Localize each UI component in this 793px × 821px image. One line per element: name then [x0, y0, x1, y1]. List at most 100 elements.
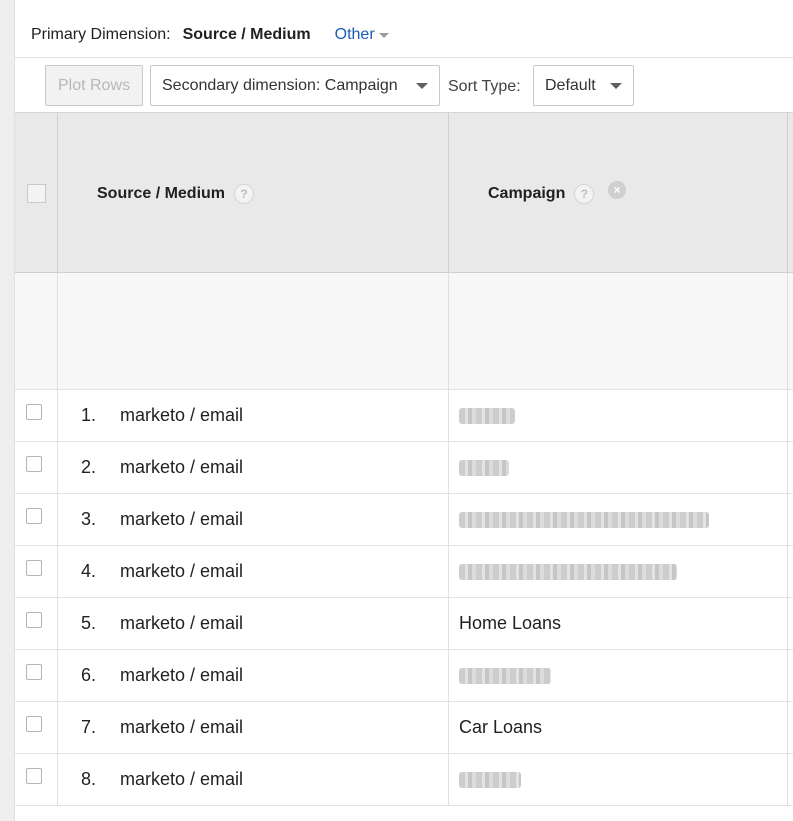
source-medium-cell[interactable]: marketo / email: [120, 613, 243, 634]
column-divider: [57, 273, 58, 390]
column-header-label: Campaign: [488, 185, 566, 202]
column-divider: [787, 494, 788, 546]
column-divider: [448, 390, 449, 442]
column-divider: [448, 546, 449, 598]
column-divider: [787, 702, 788, 754]
table-header: Source / Medium ? Campaign ? ×: [15, 112, 793, 273]
column-divider: [57, 390, 58, 442]
column-divider: [787, 546, 788, 598]
row-index: 3.: [81, 509, 97, 529]
column-divider: [787, 754, 788, 806]
table-body: 1. marketo / email 2. marketo / email 3. mark…: [15, 390, 793, 806]
row-checkbox[interactable]: [26, 768, 42, 784]
campaign-cell[interactable]: [459, 509, 709, 533]
table-row[interactable]: 5. marketo / email Home Loans: [15, 598, 793, 650]
row-checkbox[interactable]: [26, 404, 42, 420]
redacted-campaign-value: [459, 564, 677, 580]
column-divider: [448, 754, 449, 806]
campaign-cell[interactable]: Car Loans: [459, 717, 542, 738]
column-divider: [57, 442, 58, 494]
column-divider: [787, 390, 788, 442]
primary-dimension-bar: Primary Dimension: Source / Medium Other: [31, 24, 389, 46]
column-header-label: Source / Medium: [97, 185, 226, 202]
chevron-down-icon: [610, 82, 622, 89]
source-medium-cell[interactable]: marketo / email: [120, 561, 243, 582]
source-medium-cell[interactable]: marketo / email: [120, 717, 243, 738]
secondary-dimension-label: Secondary dimension: Campaign: [162, 76, 398, 94]
row-checkbox[interactable]: [26, 612, 42, 628]
remove-secondary-dimension-icon[interactable]: ×: [608, 181, 626, 199]
source-medium-cell[interactable]: marketo / email: [120, 405, 243, 426]
table-row[interactable]: 7. marketo / email Car Loans: [15, 702, 793, 754]
chevron-down-icon: [416, 82, 428, 89]
row-index: 6.: [81, 665, 97, 685]
column-divider: [57, 494, 58, 546]
redacted-campaign-value: [459, 512, 709, 528]
source-medium-cell[interactable]: marketo / email: [120, 769, 243, 790]
column-divider: [448, 273, 449, 390]
campaign-cell[interactable]: [459, 457, 509, 481]
campaign-cell[interactable]: Home Loans: [459, 613, 561, 634]
column-divider: [787, 650, 788, 702]
column-divider: [448, 650, 449, 702]
row-checkbox[interactable]: [26, 456, 42, 472]
column-header-campaign[interactable]: Campaign ?: [488, 184, 595, 204]
plot-rows-button[interactable]: Plot Rows: [45, 65, 143, 106]
column-divider: [448, 494, 449, 546]
row-index: 4.: [81, 561, 97, 581]
row-checkbox[interactable]: [26, 560, 42, 576]
table-row[interactable]: 3. marketo / email: [15, 494, 793, 546]
row-index: 2.: [81, 457, 97, 477]
row-index: 1.: [81, 405, 97, 425]
chevron-down-icon: [378, 32, 389, 38]
other-dimension-dropdown[interactable]: Other: [335, 26, 389, 44]
source-medium-cell[interactable]: marketo / email: [120, 509, 243, 530]
column-divider: [57, 598, 58, 650]
table-row[interactable]: 6. marketo / email: [15, 650, 793, 702]
source-medium-cell[interactable]: marketo / email: [120, 457, 243, 478]
table-row[interactable]: 8. marketo / email: [15, 754, 793, 806]
table-row[interactable]: 2. marketo / email: [15, 442, 793, 494]
column-divider: [57, 702, 58, 754]
table-toolbar: Plot Rows Secondary dimension: Campaign …: [15, 57, 793, 112]
column-divider: [448, 113, 449, 273]
column-divider: [57, 113, 58, 273]
help-icon[interactable]: ?: [234, 184, 255, 204]
row-index: 5.: [81, 613, 97, 633]
primary-dimension-label: Primary Dimension:: [31, 26, 171, 43]
plot-rows-label: Plot Rows: [57, 76, 131, 94]
row-checkbox[interactable]: [26, 664, 42, 680]
row-checkbox[interactable]: [26, 508, 42, 524]
column-divider: [448, 702, 449, 754]
sort-type-select[interactable]: Default: [533, 65, 634, 106]
column-divider: [57, 650, 58, 702]
campaign-cell[interactable]: [459, 561, 677, 585]
select-all-checkbox[interactable]: [27, 184, 46, 203]
column-header-source-medium[interactable]: Source / Medium ?: [97, 184, 255, 204]
column-divider: [57, 546, 58, 598]
column-divider: [448, 598, 449, 650]
row-checkbox[interactable]: [26, 716, 42, 732]
help-icon[interactable]: ?: [574, 184, 595, 204]
totals-row: [15, 273, 793, 390]
secondary-dimension-select[interactable]: Secondary dimension: Campaign: [150, 65, 440, 106]
campaign-cell[interactable]: [459, 769, 521, 793]
redacted-campaign-value: [459, 408, 515, 424]
table-row[interactable]: 1. marketo / email: [15, 390, 793, 442]
source-medium-cell[interactable]: marketo / email: [120, 665, 243, 686]
column-divider: [787, 273, 788, 390]
column-divider: [787, 113, 788, 273]
table-row[interactable]: 4. marketo / email: [15, 546, 793, 598]
sort-type-value: Default: [545, 76, 596, 94]
campaign-cell[interactable]: [459, 405, 515, 429]
row-index: 8.: [81, 769, 97, 789]
column-divider: [57, 754, 58, 806]
left-edge-gutter: [0, 0, 15, 821]
column-divider: [448, 442, 449, 494]
other-dimension-label: Other: [334, 26, 375, 43]
column-divider: [787, 442, 788, 494]
campaign-cell[interactable]: [459, 665, 551, 689]
sort-type-label: Sort Type:: [448, 78, 521, 95]
primary-dimension-value[interactable]: Source / Medium: [183, 26, 311, 44]
redacted-campaign-value: [459, 460, 509, 476]
